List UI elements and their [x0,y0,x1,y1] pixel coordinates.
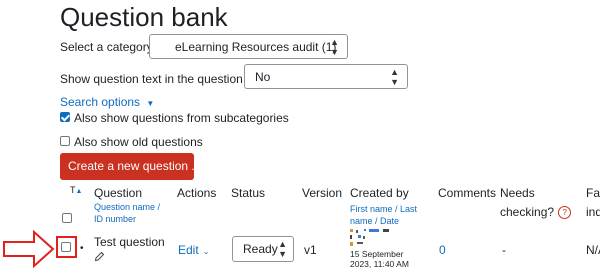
created-date-line2: 2023, 11:40 AM [350,259,409,269]
redacted-name [350,229,400,247]
first-last-name-sort[interactable]: First name / Last [350,203,417,215]
question-name: Test question [94,235,165,249]
edit-menu[interactable]: Edit ⌄ [178,243,209,257]
edit-pencil-icon[interactable] [94,251,105,262]
facility-header-line1: Fac [586,186,600,200]
edit-menu-text: Edit [178,243,199,257]
select-arrow-icon: ▲ ▼ [330,36,339,57]
old-questions-checkbox[interactable] [60,136,70,146]
question-header: Question [94,186,143,200]
select-arrow-icon: ▲ ▼ [278,239,287,259]
facility-value: N/A [586,243,600,257]
version-header: Version [302,186,343,200]
facility-header-line2: ind [586,205,600,219]
show-text-select-value: No [255,69,271,84]
select-all-checkbox[interactable] [62,213,72,223]
search-options-text: Search options [60,95,141,109]
comments-header: Comments [438,186,497,200]
status-select[interactable]: Ready ▲ ▼ [232,236,294,262]
subcategories-checkbox[interactable] [60,112,70,122]
page-title: Question bank [60,2,228,32]
question-name-sort[interactable]: Question name / [94,201,160,213]
sort-asc-icon: ▲ [75,188,83,195]
subcategories-label: Also show questions from subcategories [74,111,289,125]
select-arrow-icon: ▲ ▼ [390,66,399,87]
create-question-button[interactable]: Create a new question ... [60,153,201,180]
created-by-header: Created by [350,186,409,200]
name-date-sort[interactable]: name / Date [350,215,399,227]
version-value: v1 [304,243,317,257]
id-number-sort[interactable]: ID number [94,213,136,225]
category-select-value: eLearning Resources audit (1) [175,39,337,54]
help-icon[interactable]: ? [558,206,572,220]
needs-checking-text: checking? [500,205,555,219]
needs-checking-value: - [502,243,506,257]
needs-checking-header-line1: Needs [500,186,535,200]
category-select[interactable]: eLearning Resources audit (1) ▲ ▼ [149,34,348,59]
show-text-select[interactable]: No ▲ ▼ [244,64,408,89]
row-checkbox[interactable] [61,242,71,252]
status-select-value: Ready [243,242,278,256]
question-type-icon: • [80,243,84,254]
old-questions-label: Also show old questions [74,135,203,149]
needs-checking-header-line2: checking?? [500,205,572,220]
category-label: Select a category: [60,40,157,54]
show-text-label: Show question text in the question list? [60,72,268,86]
actions-header: Actions [177,186,217,200]
annotation-arrow-icon [3,229,55,269]
search-options-link[interactable]: Search options ▼ [60,95,154,109]
caret-down-icon: ▼ [146,99,155,108]
chevron-down-icon: ⌄ [202,247,210,256]
created-date-line1: 15 September [350,249,404,259]
comments-link[interactable]: 0 [439,243,446,257]
status-header: Status [231,186,266,200]
type-sort-header[interactable]: T▲ [70,185,82,195]
